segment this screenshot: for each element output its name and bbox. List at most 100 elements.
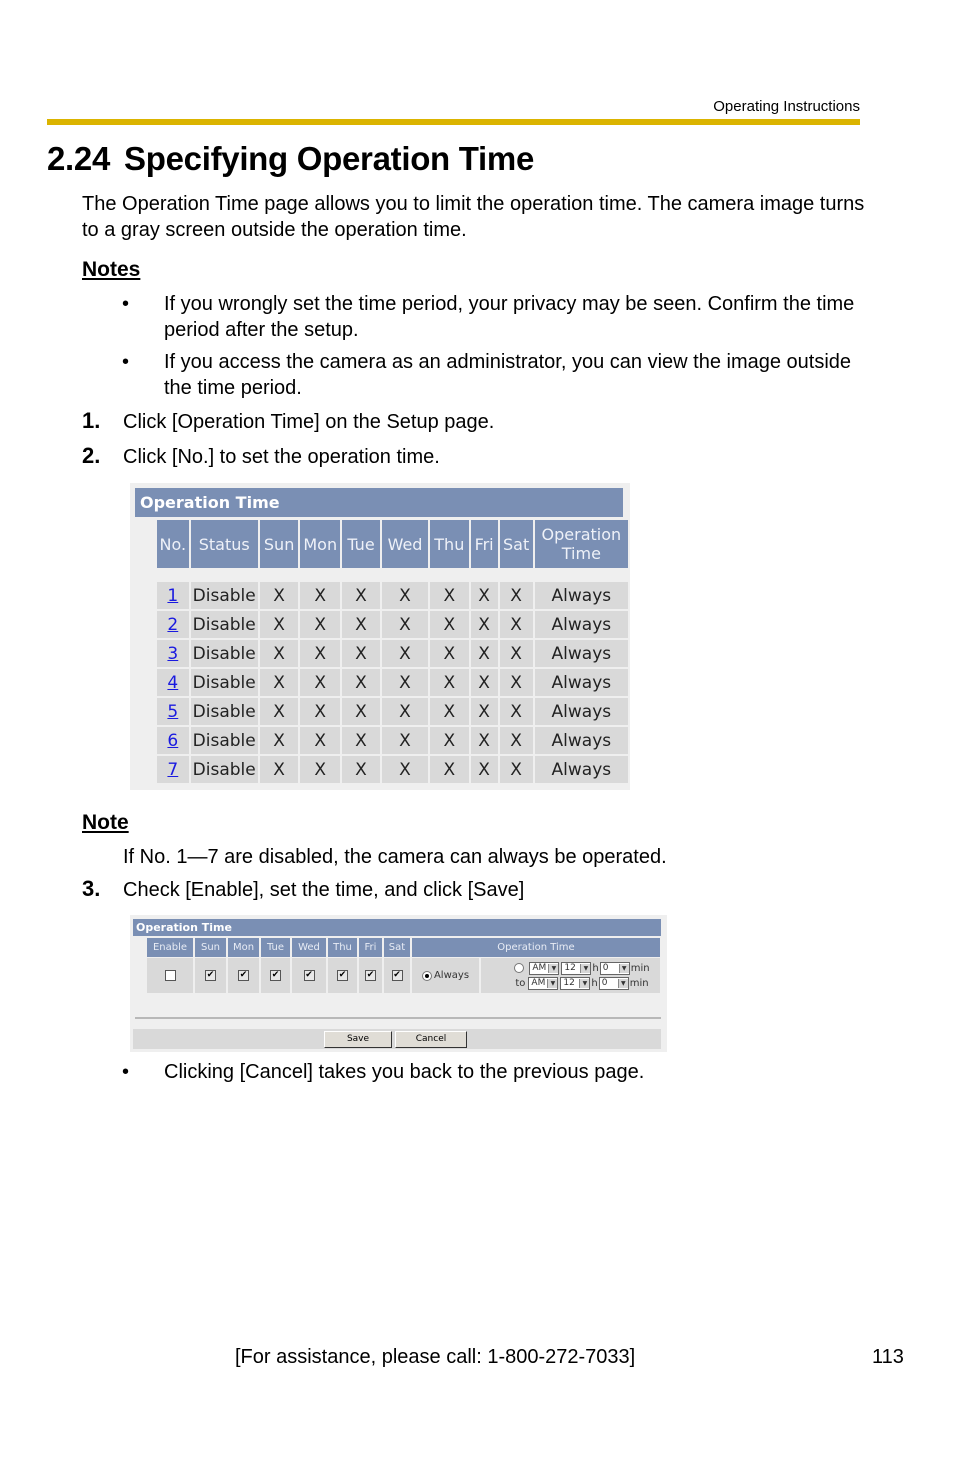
day-cell: X bbox=[429, 640, 469, 667]
day-cell: X bbox=[341, 611, 381, 638]
day-cell: X bbox=[341, 698, 381, 725]
table-row: 6 Disable X X X X X X X Always bbox=[157, 727, 628, 754]
always-radio[interactable] bbox=[421, 970, 432, 981]
day-cell: X bbox=[382, 727, 428, 754]
dropdown-arrow-icon: ▼ bbox=[617, 978, 628, 988]
from-ampm-select[interactable]: AM ▼ bbox=[529, 961, 560, 975]
column-header: Enable bbox=[147, 938, 193, 957]
day-cell: X bbox=[259, 698, 299, 725]
note-heading: Note bbox=[82, 811, 129, 834]
assistance-footer: [For assistance, please call: 1-800-272-… bbox=[235, 1346, 636, 1368]
day-cell: X bbox=[499, 582, 533, 609]
day-cell: X bbox=[429, 669, 469, 696]
row-number-link[interactable]: 1 bbox=[157, 582, 189, 609]
table-row: 7 Disable X X X X X X X Always bbox=[157, 756, 628, 783]
day-cell: X bbox=[470, 611, 498, 638]
dropdown-arrow-icon: ▼ bbox=[548, 963, 559, 973]
row-number-link[interactable]: 5 bbox=[157, 698, 189, 725]
time-range: AM ▼ 12 ▼ h 0 ▼ min to AM ▼ 12 ▼ h 0 ▼ min bbox=[481, 958, 660, 993]
status-cell: Disable bbox=[190, 756, 258, 783]
from-hour-select[interactable]: 12 ▼ bbox=[561, 961, 592, 975]
column-header: Thu bbox=[429, 520, 469, 568]
time-range-radio[interactable] bbox=[514, 963, 525, 973]
step-text: Click [Operation Time] on the Setup page… bbox=[123, 411, 495, 433]
step-text: Check [Enable], set the time, and click … bbox=[123, 879, 525, 901]
button-bar: Save Cancel bbox=[133, 1029, 661, 1049]
hour-unit-label: h bbox=[592, 962, 599, 974]
day-cell: X bbox=[429, 582, 469, 609]
to-minute-select[interactable]: 0 ▼ bbox=[598, 976, 629, 990]
day-cell: X bbox=[499, 727, 533, 754]
day-cell: X bbox=[499, 640, 533, 667]
to-ampm-select[interactable]: AM ▼ bbox=[528, 976, 559, 990]
save-button[interactable]: Save bbox=[324, 1031, 392, 1048]
column-header: Thu bbox=[328, 938, 357, 957]
status-cell: Disable bbox=[190, 669, 258, 696]
day-cell: X bbox=[259, 611, 299, 638]
bullet-icon: • bbox=[122, 293, 130, 315]
step-number: 3. bbox=[82, 876, 101, 901]
cancel-button[interactable]: Cancel bbox=[395, 1031, 467, 1048]
divider bbox=[135, 1017, 661, 1019]
row-number-link[interactable]: 2 bbox=[157, 611, 189, 638]
day-cell: X bbox=[470, 669, 498, 696]
day-cell: X bbox=[382, 756, 428, 783]
wed-checkbox[interactable]: ✔ bbox=[303, 970, 315, 981]
status-cell: Disable bbox=[190, 698, 258, 725]
day-cell: X bbox=[429, 611, 469, 638]
dropdown-arrow-icon: ▼ bbox=[579, 978, 590, 988]
row-number-link[interactable]: 3 bbox=[157, 640, 189, 667]
note-text: If No. 1—7 are disabled, the camera can … bbox=[123, 846, 667, 868]
minute-unit-label: min bbox=[630, 962, 650, 974]
thu-checkbox[interactable]: ✔ bbox=[337, 970, 348, 981]
operation-time-list-screenshot: Operation Time No. Status Sun Mon Tue Wed Thu F… bbox=[130, 483, 630, 790]
day-cell: X bbox=[259, 640, 299, 667]
panel-caption: Operation Time bbox=[133, 919, 661, 936]
to-label: to bbox=[515, 977, 526, 989]
tue-checkbox[interactable]: ✔ bbox=[270, 970, 281, 981]
table-row: 3 Disable X X X X X X X Always bbox=[157, 640, 628, 667]
day-cell: X bbox=[341, 582, 381, 609]
column-header: Tue bbox=[261, 938, 290, 957]
operation-time-table: No. Status Sun Mon Tue Wed Thu Fri Sat Operation … bbox=[155, 518, 630, 785]
intro-paragraph: The Operation Time page allows you to li… bbox=[82, 193, 865, 241]
day-cell: X bbox=[429, 727, 469, 754]
to-hour-select[interactable]: 12 ▼ bbox=[560, 976, 591, 990]
day-cell: X bbox=[300, 640, 340, 667]
column-header: Operation Time bbox=[534, 520, 628, 568]
row-number-link[interactable]: 4 bbox=[157, 669, 189, 696]
hour-unit-label: h bbox=[591, 977, 598, 989]
from-minute-select[interactable]: 0 ▼ bbox=[599, 961, 630, 975]
step-number: 2. bbox=[82, 443, 101, 468]
day-cell: X bbox=[382, 640, 428, 667]
step-number: 1. bbox=[82, 408, 101, 433]
day-cell: X bbox=[499, 611, 533, 638]
minute-unit-label: min bbox=[629, 977, 649, 989]
row-number-link[interactable]: 6 bbox=[157, 727, 189, 754]
day-cell: X bbox=[470, 640, 498, 667]
dropdown-arrow-icon: ▼ bbox=[580, 963, 591, 973]
row-number-link[interactable]: 7 bbox=[157, 756, 189, 783]
column-header: Operation Time bbox=[412, 938, 660, 957]
column-header: Sat bbox=[384, 938, 410, 957]
day-cell: X bbox=[259, 727, 299, 754]
column-header: Fri bbox=[470, 520, 498, 568]
day-cell: X bbox=[382, 611, 428, 638]
status-cell: Disable bbox=[190, 640, 258, 667]
day-cell: X bbox=[470, 756, 498, 783]
day-cell: X bbox=[341, 669, 381, 696]
sun-checkbox[interactable]: ✔ bbox=[205, 970, 216, 981]
dropdown-arrow-icon: ▼ bbox=[618, 963, 629, 973]
sat-checkbox[interactable]: ✔ bbox=[391, 970, 403, 981]
table-row: 4 Disable X X X X X X X Always bbox=[157, 669, 628, 696]
day-cell: X bbox=[499, 756, 533, 783]
fri-checkbox[interactable]: ✔ bbox=[365, 970, 376, 981]
day-cell: X bbox=[300, 727, 340, 754]
day-cell: X bbox=[429, 698, 469, 725]
mon-checkbox[interactable]: ✔ bbox=[238, 970, 249, 981]
note-item: If you access the camera as an administr… bbox=[164, 351, 852, 399]
day-cell: X bbox=[499, 698, 533, 725]
day-cell: X bbox=[470, 582, 498, 609]
enable-checkbox[interactable] bbox=[164, 970, 176, 981]
column-header: No. bbox=[157, 520, 189, 568]
